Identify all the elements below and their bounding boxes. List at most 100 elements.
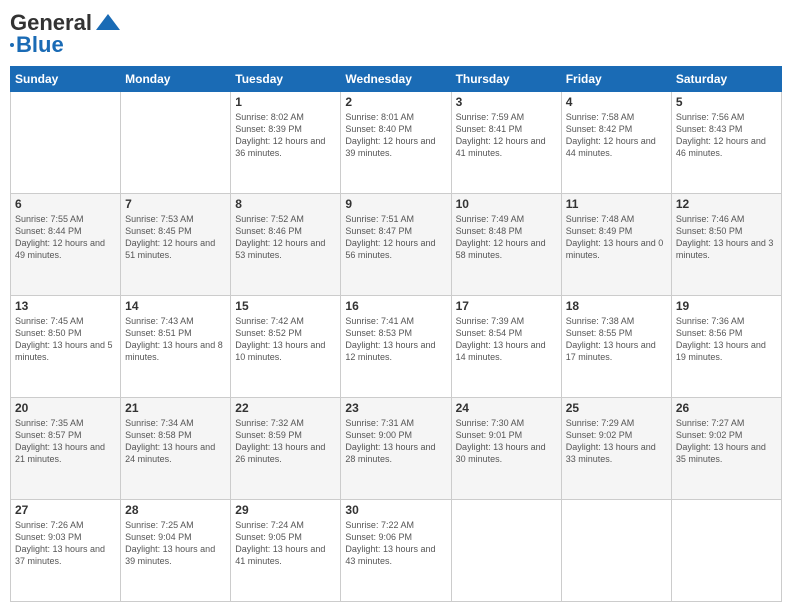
calendar-table: SundayMondayTuesdayWednesdayThursdayFrid… <box>10 66 782 602</box>
calendar-week-row: 13Sunrise: 7:45 AMSunset: 8:50 PMDayligh… <box>11 296 782 398</box>
calendar-cell: 13Sunrise: 7:45 AMSunset: 8:50 PMDayligh… <box>11 296 121 398</box>
day-number: 25 <box>566 401 667 415</box>
calendar-cell <box>561 500 671 602</box>
day-number: 9 <box>345 197 446 211</box>
day-info: Sunrise: 7:43 AMSunset: 8:51 PMDaylight:… <box>125 315 226 364</box>
day-of-week-header: Sunday <box>11 67 121 92</box>
day-info: Sunrise: 7:24 AMSunset: 9:05 PMDaylight:… <box>235 519 336 568</box>
day-info: Sunrise: 7:34 AMSunset: 8:58 PMDaylight:… <box>125 417 226 466</box>
day-of-week-header: Wednesday <box>341 67 451 92</box>
day-info: Sunrise: 7:25 AMSunset: 9:04 PMDaylight:… <box>125 519 226 568</box>
day-info: Sunrise: 7:35 AMSunset: 8:57 PMDaylight:… <box>15 417 116 466</box>
day-info: Sunrise: 8:02 AMSunset: 8:39 PMDaylight:… <box>235 111 336 160</box>
calendar-cell <box>11 92 121 194</box>
calendar-cell: 14Sunrise: 7:43 AMSunset: 8:51 PMDayligh… <box>121 296 231 398</box>
day-info: Sunrise: 7:26 AMSunset: 9:03 PMDaylight:… <box>15 519 116 568</box>
day-number: 28 <box>125 503 226 517</box>
calendar-cell: 16 Sunrise: 7:41 AMSunset: 8:53 PMDayligh… <box>341 296 451 398</box>
day-number: 7 <box>125 197 226 211</box>
logo: General Blue <box>10 10 122 58</box>
calendar-week-row: 20 Sunrise: 7:35 AMSunset: 8:57 PMDayligh… <box>11 398 782 500</box>
day-info: Sunrise: 7:39 AMSunset: 8:54 PMDaylight:… <box>456 315 557 364</box>
calendar-cell: 5Sunrise: 7:56 AMSunset: 8:43 PMDaylight… <box>671 92 781 194</box>
calendar-cell: 28 Sunrise: 7:25 AMSunset: 9:04 PMDayligh… <box>121 500 231 602</box>
day-of-week-header: Monday <box>121 67 231 92</box>
day-of-week-header: Thursday <box>451 67 561 92</box>
calendar-cell: 2Sunrise: 8:01 AMSunset: 8:40 PMDaylight… <box>341 92 451 194</box>
day-info: Sunrise: 7:59 AMSunset: 8:41 PMDaylight:… <box>456 111 557 160</box>
calendar-cell <box>451 500 561 602</box>
day-info: Sunrise: 7:32 AMSunset: 8:59 PMDaylight:… <box>235 417 336 466</box>
day-info: Sunrise: 7:42 AMSunset: 8:52 PMDaylight:… <box>235 315 336 364</box>
calendar-cell: 26 Sunrise: 7:27 AMSunset: 9:02 PMDayligh… <box>671 398 781 500</box>
calendar-cell: 20 Sunrise: 7:35 AMSunset: 8:57 PMDayligh… <box>11 398 121 500</box>
day-of-week-header: Friday <box>561 67 671 92</box>
calendar-cell: 8 Sunrise: 7:52 AMSunset: 8:46 PMDaylight… <box>231 194 341 296</box>
day-number: 4 <box>566 95 667 109</box>
calendar-cell: 11Sunrise: 7:48 AMSunset: 8:49 PMDayligh… <box>561 194 671 296</box>
calendar-cell: 15 Sunrise: 7:42 AMSunset: 8:52 PMDayligh… <box>231 296 341 398</box>
page: General Blue SundayMondayTuesdayWednesda… <box>0 0 792 612</box>
day-info: Sunrise: 7:36 AMSunset: 8:56 PMDaylight:… <box>676 315 777 364</box>
calendar-cell: 24 Sunrise: 7:30 AMSunset: 9:01 PMDayligh… <box>451 398 561 500</box>
calendar-header-row: SundayMondayTuesdayWednesdayThursdayFrid… <box>11 67 782 92</box>
day-number: 30 <box>345 503 446 517</box>
calendar-cell: 22 Sunrise: 7:32 AMSunset: 8:59 PMDayligh… <box>231 398 341 500</box>
day-info: Sunrise: 7:31 AMSunset: 9:00 PMDaylight:… <box>345 417 446 466</box>
day-number: 19 <box>676 299 777 313</box>
calendar-cell: 12Sunrise: 7:46 AMSunset: 8:50 PMDayligh… <box>671 194 781 296</box>
day-info: Sunrise: 7:38 AMSunset: 8:55 PMDaylight:… <box>566 315 667 364</box>
calendar-cell: 10 Sunrise: 7:49 AMSunset: 8:48 PMDayligh… <box>451 194 561 296</box>
day-number: 24 <box>456 401 557 415</box>
calendar-cell: 27 Sunrise: 7:26 AMSunset: 9:03 PMDayligh… <box>11 500 121 602</box>
day-info: Sunrise: 7:49 AMSunset: 8:48 PMDaylight:… <box>456 213 557 262</box>
day-number: 13 <box>15 299 116 313</box>
day-number: 5 <box>676 95 777 109</box>
day-number: 15 <box>235 299 336 313</box>
calendar-cell: 25Sunrise: 7:29 AMSunset: 9:02 PMDayligh… <box>561 398 671 500</box>
day-info: Sunrise: 7:30 AMSunset: 9:01 PMDaylight:… <box>456 417 557 466</box>
calendar-week-row: 1 Sunrise: 8:02 AMSunset: 8:39 PMDaylight… <box>11 92 782 194</box>
day-of-week-header: Saturday <box>671 67 781 92</box>
day-number: 8 <box>235 197 336 211</box>
calendar-cell: 18 Sunrise: 7:38 AMSunset: 8:55 PMDayligh… <box>561 296 671 398</box>
calendar-cell: 19 Sunrise: 7:36 AMSunset: 8:56 PMDayligh… <box>671 296 781 398</box>
day-info: Sunrise: 7:55 AMSunset: 8:44 PMDaylight:… <box>15 213 116 262</box>
day-info: Sunrise: 7:51 AMSunset: 8:47 PMDaylight:… <box>345 213 446 262</box>
day-number: 18 <box>566 299 667 313</box>
day-number: 3 <box>456 95 557 109</box>
calendar-cell: 3 Sunrise: 7:59 AMSunset: 8:41 PMDaylight… <box>451 92 561 194</box>
day-number: 26 <box>676 401 777 415</box>
calendar-cell: 9 Sunrise: 7:51 AMSunset: 8:47 PMDaylight… <box>341 194 451 296</box>
day-number: 10 <box>456 197 557 211</box>
logo-icon <box>94 12 122 34</box>
calendar-cell: 1 Sunrise: 8:02 AMSunset: 8:39 PMDaylight… <box>231 92 341 194</box>
day-number: 23 <box>345 401 446 415</box>
day-number: 16 <box>345 299 446 313</box>
day-info: Sunrise: 7:22 AMSunset: 9:06 PMDaylight:… <box>345 519 446 568</box>
day-info: Sunrise: 7:27 AMSunset: 9:02 PMDaylight:… <box>676 417 777 466</box>
calendar-cell: 17 Sunrise: 7:39 AMSunset: 8:54 PMDayligh… <box>451 296 561 398</box>
day-of-week-header: Tuesday <box>231 67 341 92</box>
calendar-cell <box>121 92 231 194</box>
day-number: 1 <box>235 95 336 109</box>
day-info: Sunrise: 7:52 AMSunset: 8:46 PMDaylight:… <box>235 213 336 262</box>
day-info: Sunrise: 7:41 AMSunset: 8:53 PMDaylight:… <box>345 315 446 364</box>
day-number: 21 <box>125 401 226 415</box>
calendar-cell: 23 Sunrise: 7:31 AMSunset: 9:00 PMDayligh… <box>341 398 451 500</box>
day-number: 20 <box>15 401 116 415</box>
calendar-cell: 29Sunrise: 7:24 AMSunset: 9:05 PMDayligh… <box>231 500 341 602</box>
day-info: Sunrise: 8:01 AMSunset: 8:40 PMDaylight:… <box>345 111 446 160</box>
calendar-cell: 6 Sunrise: 7:55 AMSunset: 8:44 PMDaylight… <box>11 194 121 296</box>
day-number: 22 <box>235 401 336 415</box>
calendar-week-row: 27 Sunrise: 7:26 AMSunset: 9:03 PMDayligh… <box>11 500 782 602</box>
calendar-cell: 30 Sunrise: 7:22 AMSunset: 9:06 PMDayligh… <box>341 500 451 602</box>
calendar-cell: 4 Sunrise: 7:58 AMSunset: 8:42 PMDaylight… <box>561 92 671 194</box>
day-number: 27 <box>15 503 116 517</box>
header: General Blue <box>10 10 782 58</box>
day-number: 6 <box>15 197 116 211</box>
day-number: 17 <box>456 299 557 313</box>
calendar-cell: 7Sunrise: 7:53 AMSunset: 8:45 PMDaylight… <box>121 194 231 296</box>
logo-blue: Blue <box>16 32 64 58</box>
day-info: Sunrise: 7:58 AMSunset: 8:42 PMDaylight:… <box>566 111 667 160</box>
